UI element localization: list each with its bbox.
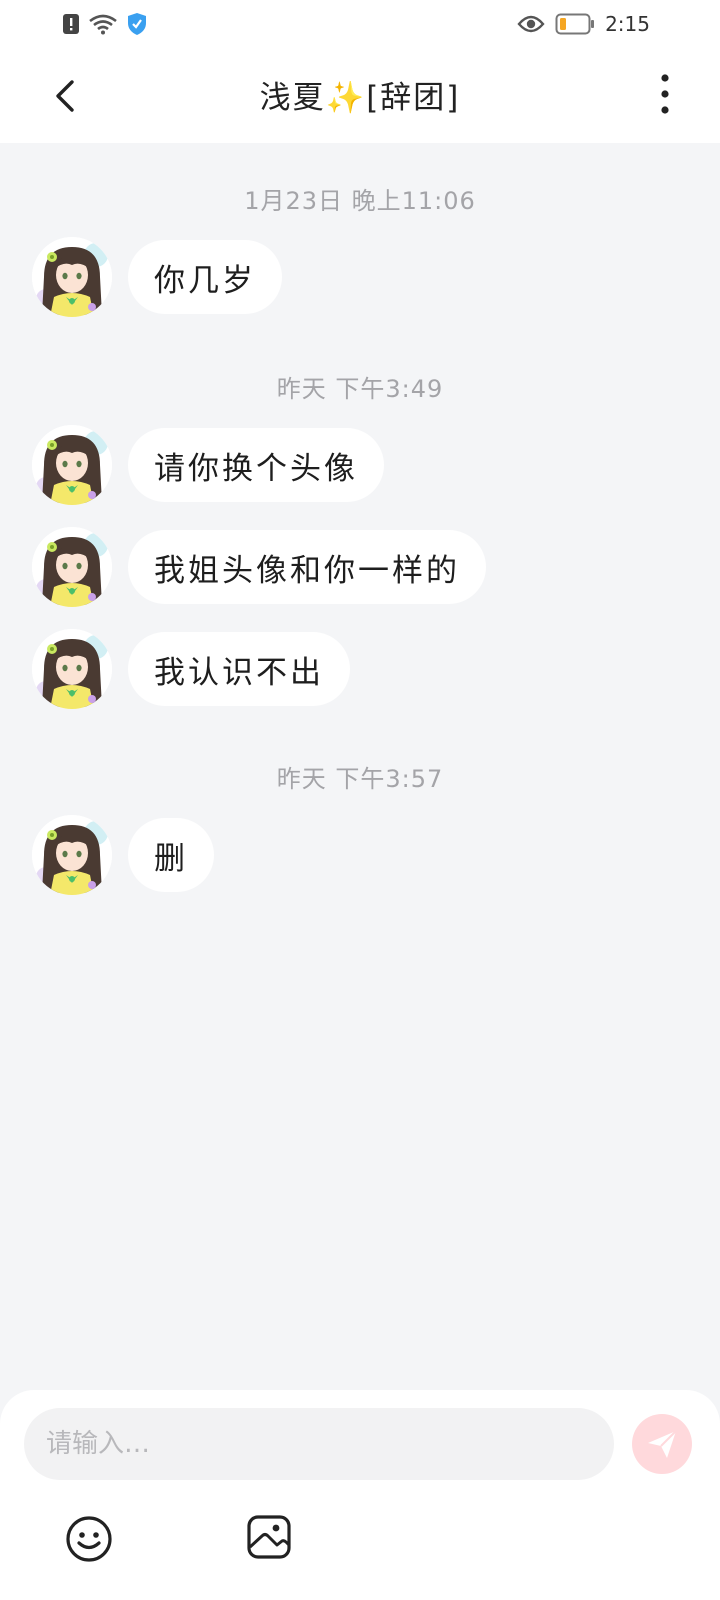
wifi-icon [89, 14, 117, 35]
avatar[interactable] [32, 527, 112, 607]
emoji-button[interactable] [64, 1514, 114, 1564]
message-bubble[interactable]: 请你换个头像 [128, 428, 384, 502]
message-list[interactable]: 1月23日 晚上11:06 你几岁 昨天 下午3:49 请你换个头像 我姐头像和… [0, 143, 720, 1390]
smiley-icon [66, 1516, 112, 1562]
message-row: 你几岁 [32, 237, 282, 317]
image-icon [247, 1515, 291, 1559]
message-bubble[interactable]: 我姐头像和你一样的 [128, 530, 486, 604]
chat-header: 浅夏✨[辞团] [0, 48, 720, 143]
status-time: 2:15 [605, 12, 650, 36]
send-button[interactable] [632, 1414, 692, 1474]
message-row: 我认识不出 [32, 629, 350, 709]
page-title: 浅夏✨[辞团] [259, 80, 461, 116]
timestamp-divider: 昨天 下午3:49 [276, 375, 444, 403]
shield-icon [128, 13, 146, 35]
eye-icon [517, 15, 545, 33]
status-left-icons [62, 12, 148, 36]
avatar[interactable] [32, 629, 112, 709]
input-panel [0, 1390, 720, 1600]
status-right-icons: 2:15 [517, 12, 650, 36]
more-options-button[interactable] [650, 74, 680, 114]
battery-icon [555, 13, 595, 35]
avatar[interactable] [32, 237, 112, 317]
more-vertical-icon [661, 74, 669, 114]
message-row: 删 [32, 815, 214, 895]
chevron-left-icon [56, 80, 74, 112]
message-bubble[interactable]: 删 [128, 818, 214, 892]
image-picker-button[interactable] [246, 1514, 292, 1560]
alert-icon [63, 14, 79, 34]
send-icon [648, 1430, 677, 1458]
message-bubble[interactable]: 你几岁 [128, 240, 282, 314]
message-bubble[interactable]: 我认识不出 [128, 632, 350, 706]
message-input[interactable] [24, 1408, 614, 1480]
message-row: 我姐头像和你一样的 [32, 527, 486, 607]
back-button[interactable] [44, 70, 94, 120]
avatar[interactable] [32, 815, 112, 895]
status-bar: 2:15 [0, 0, 720, 48]
avatar[interactable] [32, 425, 112, 505]
message-row: 请你换个头像 [32, 425, 384, 505]
timestamp-divider: 1月23日 晚上11:06 [244, 187, 476, 215]
timestamp-divider: 昨天 下午3:57 [276, 765, 444, 793]
